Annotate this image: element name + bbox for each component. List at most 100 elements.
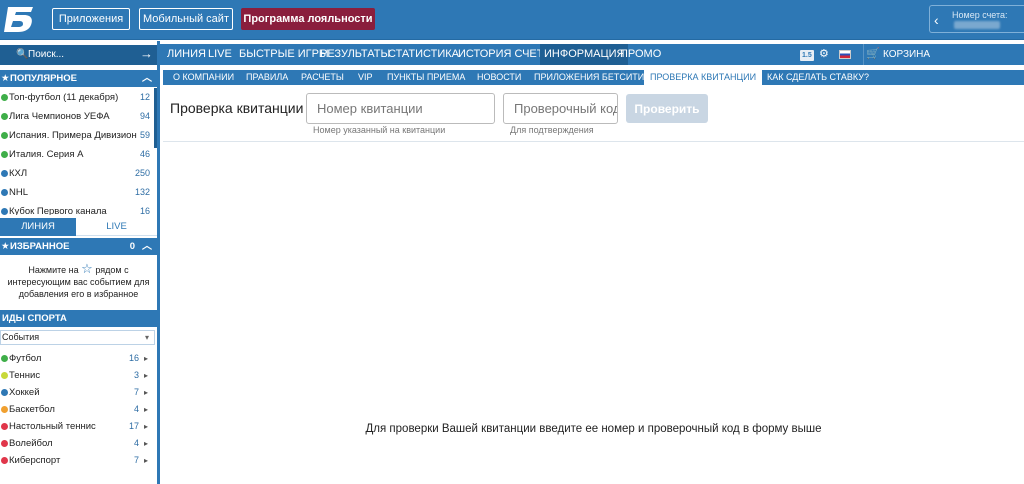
nav-divider — [863, 44, 864, 65]
left-sidebar: 🔍 → ★ ПОПУЛЯРНОЕ ︿ Топ-футбол (11 декабр… — [0, 41, 160, 484]
sport-item-count: 7 — [133, 387, 139, 397]
sport-item-count: 7 — [133, 455, 139, 465]
popular-list-item[interactable]: Испания. Примера Дивизион 59 — [0, 126, 157, 145]
sport-item-count: 17 — [128, 421, 139, 431]
nav-account-history[interactable]: ИСТОРИЯ СЧЕТА — [458, 44, 550, 65]
tab-live[interactable]: LIVE — [76, 218, 157, 236]
nav-promo[interactable]: ПРОМО — [620, 44, 661, 65]
subnav-news[interactable]: НОВОСТИ — [477, 70, 521, 85]
expand-arrow-icon[interactable]: ▸ — [144, 401, 148, 418]
sport-dot-icon — [1, 189, 8, 196]
main-nav: ЛИНИЯ LIVE БЫСТРЫЕ ИГРЫ РЕЗУЛЬТАТЫ СТАТИ… — [160, 44, 1024, 65]
popular-item-count: 94 — [139, 111, 150, 121]
subnav-settlements[interactable]: РАСЧЕТЫ — [301, 70, 344, 85]
nav-statistics[interactable]: СТАТИСТИКА — [388, 44, 459, 65]
sport-dot-icon — [1, 372, 8, 379]
chevron-left-icon[interactable]: ‹ — [934, 12, 939, 28]
sport-item-label: Хоккей — [9, 387, 40, 398]
sports-select-value: События — [2, 332, 40, 342]
nav-information[interactable]: ИНФОРМАЦИЯ — [540, 44, 629, 65]
popular-list-item[interactable]: Топ-футбол (11 декабря) 12 — [0, 88, 157, 107]
nav-results[interactable]: РЕЗУЛЬТАТЫ — [320, 44, 390, 65]
sport-item-label: Футбол — [9, 353, 42, 364]
dropdown-icon: ▾ — [144, 333, 149, 342]
fav-hint-part2: рядом с — [95, 265, 129, 275]
popular-item-count: 46 — [139, 149, 150, 159]
expand-arrow-icon[interactable]: ▸ — [144, 367, 148, 384]
subnav-rules[interactable]: ПРАВИЛА — [246, 70, 288, 85]
chevron-up-icon[interactable]: ︿ — [142, 238, 152, 255]
favorites-hint: Нажмите на ☆ рядом с интересующим вас со… — [0, 262, 157, 300]
top-header: Приложения Мобильный сайт Программа лоял… — [0, 0, 1024, 40]
sport-list-item[interactable]: Баскетбол 4 ▸ — [0, 401, 157, 418]
sport-dot-icon — [1, 406, 8, 413]
nav-cart[interactable]: КОРЗИНА — [883, 44, 930, 65]
mobile-site-button[interactable]: Мобильный сайт — [139, 8, 233, 30]
expand-arrow-icon[interactable]: ▸ — [144, 452, 148, 469]
subnav-points[interactable]: ПУНКТЫ ПРИЕМА — [387, 70, 465, 85]
popular-list-item[interactable]: NHL 132 — [0, 183, 157, 202]
chevron-up-icon[interactable]: ︿ — [142, 70, 152, 87]
sport-item-count: 4 — [133, 404, 139, 414]
sport-dot-icon — [1, 440, 8, 447]
popular-list-item[interactable]: КХЛ 250 — [0, 164, 157, 183]
favorites-header[interactable]: ★ ИЗБРАННОЕ 0 ︿ — [0, 238, 157, 255]
nav-line[interactable]: ЛИНИЯ — [167, 44, 206, 65]
sport-dot-icon — [1, 208, 8, 215]
sport-list-item[interactable]: Хоккей 7 ▸ — [0, 384, 157, 401]
subnav-ticket-check[interactable]: ПРОВЕРКА КВИТАНЦИИ — [644, 70, 763, 85]
popular-header[interactable]: ★ ПОПУЛЯРНОЕ ︿ — [0, 70, 157, 87]
check-code-input[interactable] — [503, 93, 618, 124]
nav-fast-games[interactable]: БЫСТРЫЕ ИГРЫ — [239, 44, 329, 65]
sports-header: ИДЫ СПОРТА — [0, 310, 157, 327]
version-badge[interactable]: 1.5 — [800, 50, 814, 61]
cart-icon[interactable]: 🛒 — [866, 49, 880, 60]
sport-list-item[interactable]: Теннис 3 ▸ — [0, 367, 157, 384]
brand-logo-icon[interactable] — [2, 4, 36, 34]
subnav-vip[interactable]: VIP — [358, 70, 373, 85]
sport-dot-icon — [1, 389, 8, 396]
subnav-apps[interactable]: ПРИЛОЖЕНИЯ БЕТСИТИ — [534, 70, 644, 85]
search-icon: 🔍 — [16, 49, 29, 60]
sports-filter-select[interactable]: События ▾ — [0, 330, 155, 345]
sport-item-label: Теннис — [9, 370, 41, 381]
check-code-hint: Для подтверждения — [510, 125, 594, 135]
sport-list-item[interactable]: Футбол 16 ▸ — [0, 350, 157, 367]
ticket-number-input[interactable] — [306, 93, 495, 124]
expand-arrow-icon[interactable]: ▸ — [144, 350, 148, 367]
sport-item-label: Баскетбол — [9, 404, 55, 415]
expand-arrow-icon[interactable]: ▸ — [144, 435, 148, 452]
popular-list-item[interactable]: Лига Чемпионов УЕФА 94 — [0, 107, 157, 126]
gear-icon[interactable]: ⚙ — [819, 49, 829, 60]
favorites-count: 0 — [129, 241, 135, 252]
tab-line[interactable]: ЛИНИЯ — [0, 218, 76, 236]
loyalty-program-button[interactable]: Программа лояльности — [241, 8, 375, 30]
subnav-about[interactable]: О КОМПАНИИ — [173, 70, 234, 85]
sport-list-item[interactable]: Настольный теннис 17 ▸ — [0, 418, 157, 435]
popular-item-label: Кубок Первого канала — [9, 206, 107, 215]
popular-scrollbar[interactable] — [154, 88, 157, 148]
popular-list-item[interactable]: Кубок Первого канала 16 — [0, 202, 157, 215]
sport-item-label: Киберспорт — [9, 455, 61, 466]
expand-arrow-icon[interactable]: ▸ — [144, 384, 148, 401]
star-icon: ★ — [1, 73, 10, 84]
sport-list-item[interactable]: Волейбол 4 ▸ — [0, 435, 157, 452]
sports-title: ИДЫ СПОРТА — [2, 313, 67, 324]
popular-item-label: Италия. Серия А — [9, 149, 84, 160]
nav-live[interactable]: LIVE — [208, 44, 232, 65]
popular-item-count: 132 — [134, 187, 150, 197]
main-content: Проверка квитанции Номер указанный на кв… — [163, 85, 1024, 484]
subnav-how-to-bet[interactable]: КАК СДЕЛАТЬ СТАВКУ? — [767, 70, 869, 85]
account-panel[interactable]: ‹ Номер счета: — [929, 5, 1024, 33]
expand-arrow-icon[interactable]: ▸ — [144, 418, 148, 435]
check-button[interactable]: Проверить — [626, 94, 708, 123]
arrow-right-icon[interactable]: → — [140, 46, 153, 61]
sport-dot-icon — [1, 170, 8, 177]
popular-list-item[interactable]: Италия. Серия А 46 — [0, 145, 157, 164]
ticket-number-hint: Номер указанный на квитанции — [313, 125, 446, 135]
sport-list-item[interactable]: Киберспорт 7 ▸ — [0, 452, 157, 469]
apps-button[interactable]: Приложения — [52, 8, 130, 30]
popular-item-count: 59 — [139, 130, 150, 140]
search-input[interactable] — [28, 46, 138, 63]
russian-flag-icon[interactable] — [839, 50, 851, 59]
